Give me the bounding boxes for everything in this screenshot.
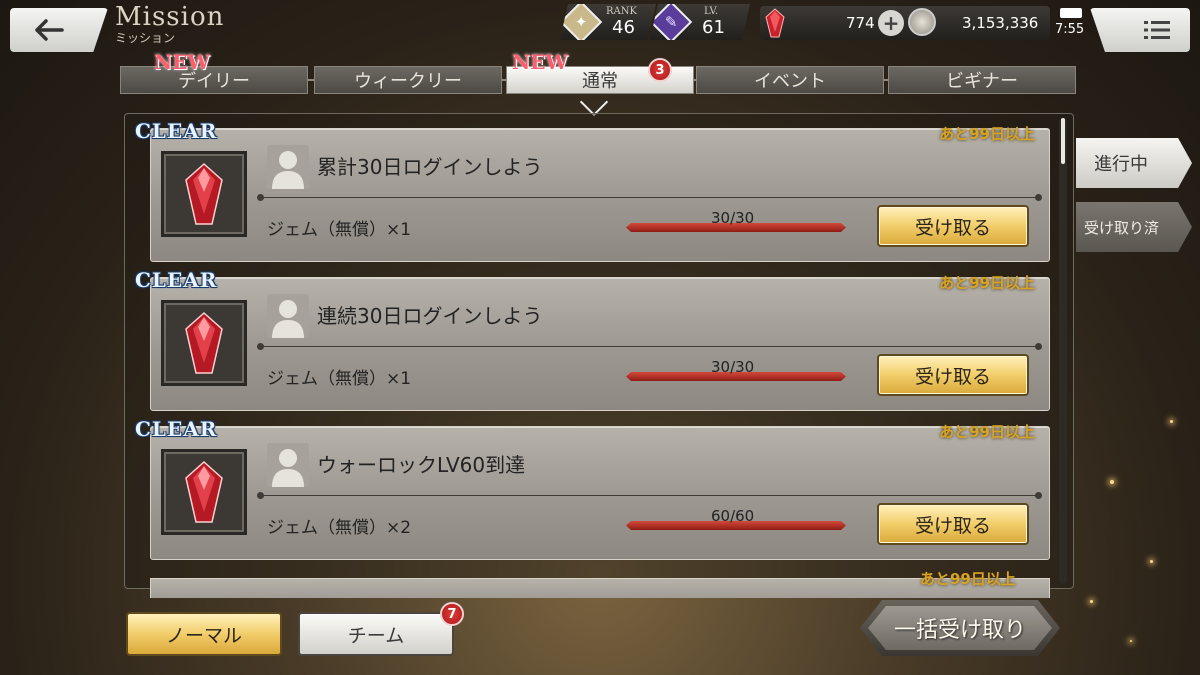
mission-title: 連続30日ログインしよう (317, 304, 543, 328)
progress-text: 30/30 (711, 358, 755, 376)
gold-coin-icon (908, 8, 936, 36)
claim-all-label: 一括受け取り (868, 606, 1052, 650)
reward-text: ジェム（無償）×1 (267, 369, 412, 389)
new-tag: NEW (512, 50, 568, 74)
progress-text: 60/60 (711, 507, 755, 525)
normal-mode-button[interactable]: ノーマル (126, 612, 282, 656)
time-remaining: あと99日以上 (939, 125, 1035, 143)
rank-label: RANK (606, 6, 637, 17)
tab-event-label: イベント (754, 71, 826, 92)
tab-daily[interactable]: デイリー (120, 66, 308, 94)
gem-icon (185, 460, 223, 523)
sparkle-decoration (1150, 560, 1153, 563)
page-title: Mission (115, 2, 225, 32)
divider (261, 197, 1041, 198)
clear-tag: CLEAR (135, 268, 218, 292)
sparkle-decoration (1130, 640, 1132, 642)
sparkle-decoration (1110, 480, 1114, 484)
claim-button[interactable]: 受け取る (877, 205, 1029, 247)
clear-tag: CLEAR (135, 417, 218, 441)
progress-text: 30/30 (711, 209, 755, 227)
mission-card: CLEAR あと99日以上 累計30日ログインしよう ジェム（無償）×1 30/… (135, 119, 1050, 262)
tab-weekly-label: ウィークリー (354, 71, 462, 92)
divider (261, 346, 1041, 347)
divider-dot (1035, 492, 1042, 499)
filter-in-progress-button[interactable]: 進行中 (1076, 138, 1192, 188)
scrollbar-track[interactable] (1059, 118, 1067, 584)
notification-badge: 3 (648, 58, 672, 82)
gem-icon (185, 311, 223, 374)
scrollbar-thumb[interactable] (1061, 118, 1065, 164)
gold-count: 3,153,336 (962, 14, 1039, 32)
currency-bar: 774 + 3,153,336 (760, 6, 1050, 40)
level-icon: ✎ (650, 1, 692, 43)
page-title-group: Mission ミッション (115, 2, 224, 45)
time-remaining: あと99日以上 (939, 274, 1035, 292)
rank-value: 46 (612, 17, 635, 38)
mission-title: ウォーロックLV60到達 (317, 453, 526, 477)
reward-item-frame (161, 449, 247, 535)
claim-button[interactable]: 受け取る (877, 354, 1029, 396)
divider-dot (1035, 194, 1042, 201)
rank-chip: ✦ RANK 46 (560, 4, 656, 40)
reward-text: ジェム（無償）×1 (267, 220, 412, 240)
tab-normal-label: 通常 (582, 71, 618, 92)
rank-icon: ✦ (560, 1, 602, 43)
mission-card: CLEAR あと99日以上 ウォーロックLV60到達 ジェム（無償）×2 60/… (135, 417, 1050, 560)
level-label: LV. (704, 6, 719, 17)
person-icon (267, 443, 309, 487)
divider-dot (257, 343, 264, 350)
divider-dot (257, 194, 264, 201)
reward-item-frame (161, 151, 247, 237)
divider (261, 495, 1041, 496)
divider-dot (257, 492, 264, 499)
new-tag: NEW (154, 50, 210, 74)
claim-button[interactable]: 受け取る (877, 503, 1029, 545)
battery-icon (1060, 8, 1082, 18)
time-remaining: あと99日以上 (920, 570, 1016, 588)
mission-title: 累計30日ログインしよう (317, 155, 543, 179)
level-chip: ✎ LV. 61 (650, 4, 750, 40)
gem-count: 774 (846, 14, 875, 32)
reward-text: ジェム（無償）×2 (267, 518, 412, 538)
tab-event[interactable]: イベント (696, 66, 884, 94)
time-remaining: あと99日以上 (939, 423, 1035, 441)
back-button[interactable] (10, 8, 108, 52)
tab-weekly[interactable]: ウィークリー (314, 66, 502, 94)
hamburger-icon (1144, 21, 1170, 39)
claim-all-button[interactable]: 一括受け取り (860, 600, 1060, 656)
gem-icon (185, 162, 223, 225)
tab-beginner[interactable]: ビギナー (888, 66, 1076, 94)
menu-button[interactable] (1090, 8, 1190, 52)
person-icon (267, 294, 309, 338)
person-icon (267, 145, 309, 189)
level-value: 61 (702, 17, 725, 38)
clear-tag: CLEAR (135, 119, 218, 143)
notification-badge: 7 (440, 602, 464, 626)
team-mode-button[interactable]: チーム (298, 612, 454, 656)
filter-claimed-button[interactable]: 受け取り済 (1076, 202, 1192, 252)
gem-icon (765, 8, 785, 38)
add-gem-button[interactable]: + (878, 10, 904, 36)
clock-time: 7:55 (1055, 22, 1085, 37)
sparkle-decoration (1170, 420, 1173, 423)
tab-beginner-label: ビギナー (946, 71, 1018, 92)
sparkle-decoration (1090, 600, 1093, 603)
reward-item-frame (161, 300, 247, 386)
mission-card-partial (150, 578, 1050, 598)
mission-card: CLEAR あと99日以上 連続30日ログインしよう ジェム（無償）×1 30/… (135, 268, 1050, 411)
divider-dot (1035, 343, 1042, 350)
arrow-left-icon (35, 19, 64, 41)
page-subtitle: ミッション (115, 31, 176, 45)
